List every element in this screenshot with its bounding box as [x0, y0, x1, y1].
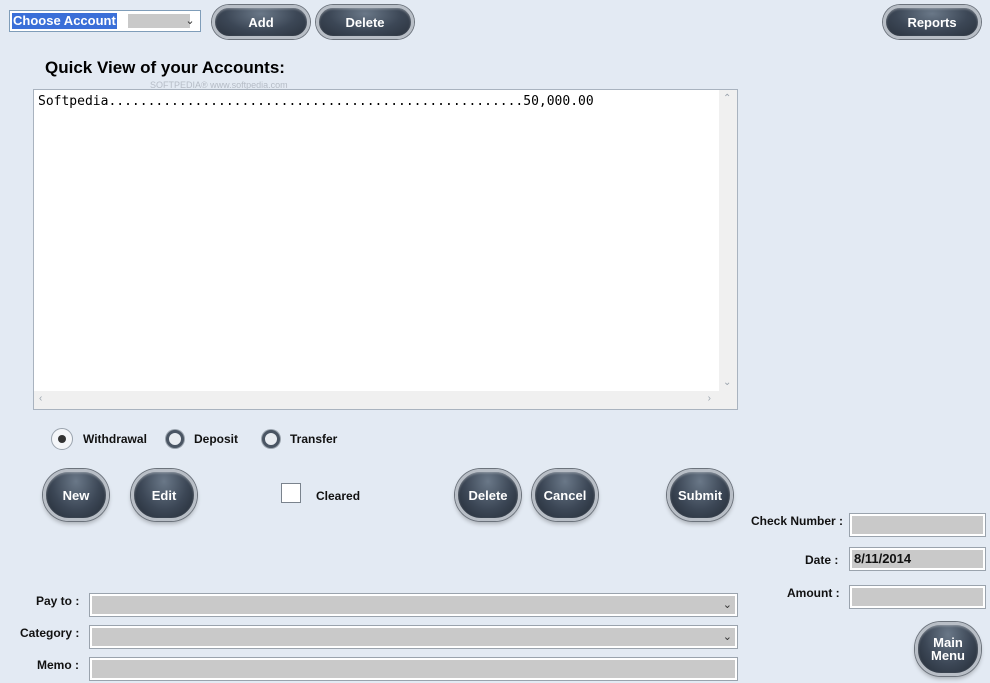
cancel-button[interactable]: Cancel — [532, 469, 598, 521]
category-select[interactable]: ⌄ — [89, 625, 738, 649]
delete-transaction-button[interactable]: Delete — [455, 469, 521, 521]
check-number-field[interactable] — [849, 513, 986, 537]
radio-unselected-icon[interactable] — [166, 430, 184, 448]
submit-button[interactable]: Submit — [667, 469, 733, 521]
list-item[interactable]: Softpedia...............................… — [38, 94, 594, 109]
check-number-label: Check Number : — [751, 514, 844, 528]
memo-field[interactable] — [89, 657, 738, 681]
accounts-list[interactable]: Softpedia...............................… — [33, 89, 738, 410]
date-field[interactable]: 8/11/2014 — [849, 547, 986, 571]
date-label: Date : — [805, 553, 839, 567]
amount-value — [852, 589, 854, 604]
radio-unselected-icon[interactable] — [262, 430, 280, 448]
submit-button-label: Submit — [677, 487, 723, 503]
page-title: Quick View of your Accounts: — [45, 58, 285, 77]
account-select[interactable]: Choose Account ⌄ — [9, 10, 201, 32]
radio-transfer-label: Transfer — [290, 432, 338, 446]
chevron-left-icon[interactable]: ‹ — [39, 393, 42, 404]
amount-field[interactable] — [849, 585, 986, 609]
radio-withdrawal-label: Withdrawal — [83, 432, 147, 446]
radio-transfer[interactable]: Transfer — [262, 430, 337, 448]
cancel-button-label: Cancel — [543, 487, 587, 503]
payto-label: Pay to : — [36, 594, 80, 608]
main-menu-button[interactable]: Main Menu — [915, 622, 981, 676]
amount-label: Amount : — [787, 586, 840, 600]
radio-deposit[interactable]: Deposit — [166, 430, 238, 448]
cleared-label: Cleared — [316, 489, 361, 503]
new-button-label: New — [62, 487, 90, 503]
main-menu-button-label: Main Menu — [931, 636, 965, 662]
payto-select[interactable]: ⌄ — [89, 593, 738, 617]
check-number-value — [852, 517, 854, 532]
radio-deposit-label: Deposit — [194, 432, 239, 446]
chevron-down-icon[interactable]: ⌄ — [182, 13, 198, 29]
reports-button[interactable]: Reports — [883, 5, 981, 39]
date-value: 8/11/2014 — [854, 551, 912, 566]
category-label: Category : — [20, 626, 80, 640]
chevron-up-icon[interactable]: ⌃ — [723, 93, 731, 104]
account-select-fill — [128, 14, 190, 28]
reports-button-label: Reports — [907, 14, 957, 30]
chevron-down-icon[interactable]: ⌄ — [723, 598, 732, 611]
new-button[interactable]: New — [43, 469, 109, 521]
delete-account-button-label: Delete — [345, 14, 385, 30]
add-account-button-label: Add — [248, 14, 274, 30]
memo-label: Memo : — [37, 658, 79, 672]
chevron-right-icon[interactable]: › — [708, 393, 711, 404]
scroll-corner — [719, 391, 737, 409]
radio-selected-icon[interactable] — [51, 428, 73, 450]
cleared-checkbox[interactable] — [281, 483, 301, 503]
edit-button[interactable]: Edit — [131, 469, 197, 521]
add-account-button[interactable]: Add — [212, 5, 310, 39]
edit-button-label: Edit — [151, 487, 177, 503]
chevron-down-icon[interactable]: ⌄ — [723, 630, 732, 643]
account-select-value: Choose Account — [12, 13, 117, 29]
radio-withdrawal[interactable]: Withdrawal — [51, 428, 147, 450]
chevron-down-icon[interactable]: ⌄ — [723, 377, 731, 388]
main-menu-line2: Menu — [931, 648, 965, 663]
vertical-scrollbar[interactable]: ⌃ ⌄ — [719, 90, 737, 391]
delete-account-button[interactable]: Delete — [316, 5, 414, 39]
delete-transaction-button-label: Delete — [468, 487, 508, 503]
horizontal-scrollbar[interactable]: ‹ › — [34, 391, 719, 409]
radio-dot — [58, 435, 66, 443]
